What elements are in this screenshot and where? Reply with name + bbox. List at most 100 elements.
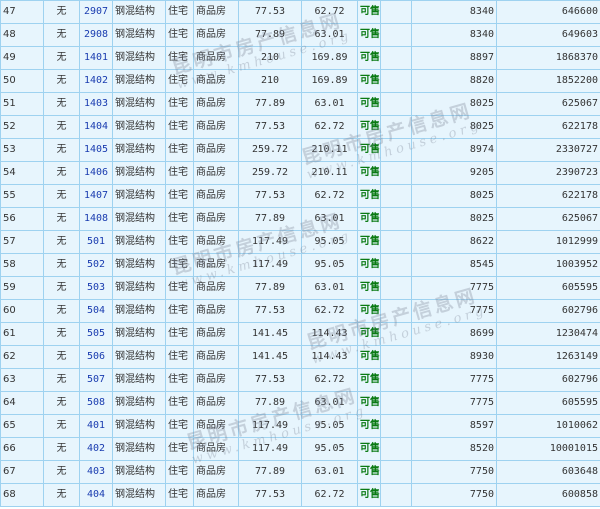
structure-cell: 钢混结构 xyxy=(112,207,166,231)
inner-area-cell: 114.43 xyxy=(301,322,358,346)
unit-price-cell: 8820 xyxy=(411,69,497,93)
spacer-cell xyxy=(380,437,412,461)
usage-cell: 住宅 xyxy=(165,138,194,162)
room-number-link[interactable]: 502 xyxy=(79,253,113,277)
room-number-link[interactable]: 1405 xyxy=(79,138,113,162)
room-number-link[interactable]: 2907 xyxy=(79,0,113,24)
room-number-link[interactable]: 1401 xyxy=(79,46,113,70)
presale-permit-cell: 无 xyxy=(43,23,80,47)
sale-status-cell: 可售 xyxy=(357,276,381,300)
presale-permit-cell: 无 xyxy=(43,253,80,277)
inner-area-cell: 63.01 xyxy=(301,23,358,47)
sale-status-cell: 可售 xyxy=(357,0,381,24)
housing-type-cell: 商品房 xyxy=(193,276,239,300)
row-index-cell: 50 xyxy=(0,69,44,93)
room-number-link[interactable]: 504 xyxy=(79,299,113,323)
presale-permit-cell: 无 xyxy=(43,483,80,507)
sale-status-cell: 可售 xyxy=(357,115,381,139)
usage-cell: 住宅 xyxy=(165,322,194,346)
row-index-cell: 51 xyxy=(0,92,44,116)
floor-area-cell: 117.49 xyxy=(238,414,302,438)
total-price-cell: 605595 xyxy=(496,276,600,300)
presale-permit-cell: 无 xyxy=(43,460,80,484)
housing-type-cell: 商品房 xyxy=(193,414,239,438)
room-number-link[interactable]: 1407 xyxy=(79,184,113,208)
row-index-cell: 62 xyxy=(0,345,44,369)
room-number-link[interactable]: 2908 xyxy=(79,23,113,47)
row-index-cell: 58 xyxy=(0,253,44,277)
total-price-cell: 1230474 xyxy=(496,322,600,346)
room-number-link[interactable]: 1404 xyxy=(79,115,113,139)
structure-cell: 钢混结构 xyxy=(112,345,166,369)
usage-cell: 住宅 xyxy=(165,184,194,208)
row-index-cell: 61 xyxy=(0,322,44,346)
room-number-link[interactable]: 508 xyxy=(79,391,113,415)
structure-cell: 钢混结构 xyxy=(112,23,166,47)
total-price-cell: 602796 xyxy=(496,368,600,392)
unit-price-cell: 8897 xyxy=(411,46,497,70)
unit-price-cell: 8340 xyxy=(411,23,497,47)
row-index-cell: 55 xyxy=(0,184,44,208)
spacer-cell xyxy=(380,276,412,300)
inner-area-cell: 62.72 xyxy=(301,483,358,507)
sale-status-cell: 可售 xyxy=(357,368,381,392)
usage-cell: 住宅 xyxy=(165,69,194,93)
structure-cell: 钢混结构 xyxy=(112,161,166,185)
structure-cell: 钢混结构 xyxy=(112,368,166,392)
presale-permit-cell: 无 xyxy=(43,299,80,323)
table-row: 65 无 401 钢混结构 住宅 商品房 117.49 95.05 可售 8597 1010062 xyxy=(0,414,600,438)
room-number-link[interactable]: 1403 xyxy=(79,92,113,116)
spacer-cell xyxy=(380,0,412,24)
usage-cell: 住宅 xyxy=(165,253,194,277)
room-number-link[interactable]: 1408 xyxy=(79,207,113,231)
room-number-link[interactable]: 1402 xyxy=(79,69,113,93)
usage-cell: 住宅 xyxy=(165,92,194,116)
housing-type-cell: 商品房 xyxy=(193,253,239,277)
spacer-cell xyxy=(380,46,412,70)
total-price-cell: 622178 xyxy=(496,184,600,208)
usage-cell: 住宅 xyxy=(165,115,194,139)
presale-permit-cell: 无 xyxy=(43,161,80,185)
room-number-link[interactable]: 1406 xyxy=(79,161,113,185)
housing-type-cell: 商品房 xyxy=(193,345,239,369)
inner-area-cell: 62.72 xyxy=(301,0,358,24)
presale-permit-cell: 无 xyxy=(43,46,80,70)
row-index-cell: 48 xyxy=(0,23,44,47)
structure-cell: 钢混结构 xyxy=(112,46,166,70)
room-number-link[interactable]: 503 xyxy=(79,276,113,300)
presale-permit-cell: 无 xyxy=(43,391,80,415)
table-row: 67 无 403 钢混结构 住宅 商品房 77.89 63.01 可售 7750 603648 xyxy=(0,460,600,484)
row-index-cell: 66 xyxy=(0,437,44,461)
room-number-link[interactable]: 506 xyxy=(79,345,113,369)
housing-type-cell: 商品房 xyxy=(193,138,239,162)
presale-permit-cell: 无 xyxy=(43,207,80,231)
room-number-link[interactable]: 501 xyxy=(79,230,113,254)
usage-cell: 住宅 xyxy=(165,368,194,392)
room-number-link[interactable]: 402 xyxy=(79,437,113,461)
floor-area-cell: 117.49 xyxy=(238,230,302,254)
room-number-link[interactable]: 403 xyxy=(79,460,113,484)
spacer-cell xyxy=(380,23,412,47)
housing-type-cell: 商品房 xyxy=(193,207,239,231)
usage-cell: 住宅 xyxy=(165,483,194,507)
spacer-cell xyxy=(380,483,412,507)
room-number-link[interactable]: 505 xyxy=(79,322,113,346)
sale-status-cell: 可售 xyxy=(357,437,381,461)
sale-status-cell: 可售 xyxy=(357,69,381,93)
presale-permit-cell: 无 xyxy=(43,230,80,254)
housing-type-cell: 商品房 xyxy=(193,46,239,70)
sale-status-cell: 可售 xyxy=(357,253,381,277)
floor-area-cell: 210 xyxy=(238,69,302,93)
table-row: 59 无 503 钢混结构 住宅 商品房 77.89 63.01 可售 7775 605595 xyxy=(0,276,600,300)
inner-area-cell: 95.05 xyxy=(301,230,358,254)
presale-permit-cell: 无 xyxy=(43,0,80,24)
spacer-cell xyxy=(380,230,412,254)
sale-status-cell: 可售 xyxy=(357,207,381,231)
room-number-link[interactable]: 404 xyxy=(79,483,113,507)
housing-type-cell: 商品房 xyxy=(193,92,239,116)
room-number-link[interactable]: 507 xyxy=(79,368,113,392)
housing-type-cell: 商品房 xyxy=(193,115,239,139)
presale-permit-cell: 无 xyxy=(43,138,80,162)
housing-type-cell: 商品房 xyxy=(193,391,239,415)
room-number-link[interactable]: 401 xyxy=(79,414,113,438)
